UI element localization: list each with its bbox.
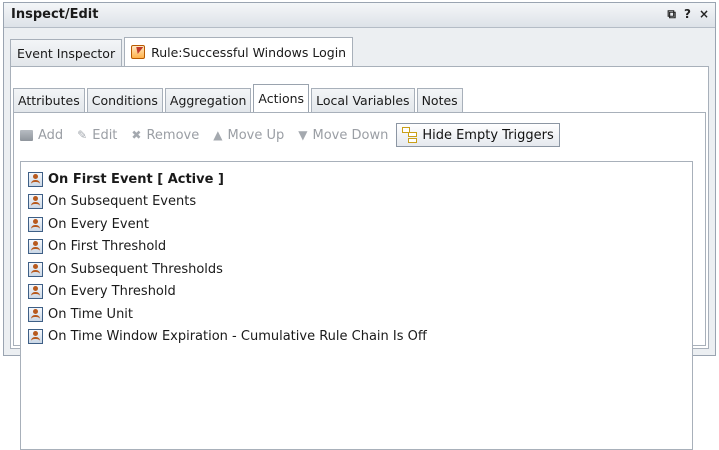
close-icon[interactable]: ×	[699, 7, 709, 22]
action-icon	[28, 216, 43, 232]
list-item[interactable]: On Time Window Expiration - Cumulative R…	[28, 326, 427, 349]
edit-button[interactable]: ✎ Edit	[77, 128, 117, 143]
hide-empty-triggers-button[interactable]: Hide Empty Triggers	[396, 123, 560, 147]
list-item[interactable]: On Time Unit	[28, 303, 427, 326]
list-item[interactable]: On First Threshold	[28, 236, 427, 259]
window-controls: ⧉ ? ×	[667, 7, 709, 22]
remove-button[interactable]: ✖ Remove	[131, 128, 199, 143]
top-tabs: Event Inspector Rule:Successful Windows …	[10, 37, 355, 66]
arrow-down-icon: ▼	[298, 128, 308, 142]
trigger-label: On Every Threshold	[48, 284, 176, 300]
tab-label: Event Inspector	[17, 45, 116, 61]
tab-rule[interactable]: Rule:Successful Windows Login	[124, 37, 354, 66]
list-item[interactable]: On Subsequent Events	[28, 191, 427, 214]
list-item[interactable]: On Subsequent Thresholds	[28, 258, 427, 281]
action-icon	[28, 306, 43, 322]
trigger-label: On Time Window Expiration - Cumulative R…	[48, 329, 427, 345]
list-item[interactable]: On Every Event	[28, 213, 427, 236]
move-down-label: Move Down	[312, 127, 389, 143]
action-icon	[28, 194, 43, 210]
tree-icon	[402, 127, 418, 143]
actions-panel: Add ✎ Edit ✖ Remove ▲ Move Up ▼ Move Dow…	[13, 112, 706, 450]
arrow-up-icon: ▲	[213, 128, 223, 142]
panel-titlebar: Inspect/Edit ⧉ ? ×	[4, 3, 715, 28]
tab-aggregation[interactable]: Aggregation	[164, 88, 252, 112]
add-button[interactable]: Add	[20, 128, 63, 143]
trigger-label: On Subsequent Events	[48, 194, 197, 210]
rule-sub-tabs: Attributes Conditions Aggregation Action…	[13, 84, 465, 112]
move-up-button[interactable]: ▲ Move Up	[213, 128, 284, 143]
tab-attributes[interactable]: Attributes	[13, 88, 85, 112]
trigger-label: On First Threshold	[48, 239, 167, 255]
rule-icon	[131, 45, 146, 59]
tab-notes[interactable]: Notes	[416, 88, 463, 112]
pencil-icon: ✎	[77, 128, 88, 142]
tab-event-inspector[interactable]: Event Inspector	[10, 39, 123, 66]
remove-label: Remove	[146, 127, 200, 143]
trigger-list: On First Event [ Active ] On Subsequent …	[20, 161, 693, 450]
action-icon	[28, 171, 43, 187]
list-item[interactable]: On Every Threshold	[28, 281, 427, 304]
trigger-label: On First Event [ Active ]	[48, 171, 224, 187]
hide-empty-triggers-label: Hide Empty Triggers	[422, 127, 554, 143]
add-icon	[20, 129, 33, 141]
edit-label: Edit	[92, 127, 118, 143]
list-item[interactable]: On First Event [ Active ]	[28, 168, 427, 191]
add-label: Add	[38, 127, 64, 143]
action-icon	[28, 284, 43, 300]
restore-window-icon[interactable]: ⧉	[667, 7, 676, 22]
action-icon	[28, 261, 43, 277]
actions-toolbar: Add ✎ Edit ✖ Remove ▲ Move Up ▼ Move Dow…	[20, 121, 574, 149]
tab-local-variables[interactable]: Local Variables	[311, 88, 415, 112]
help-icon[interactable]: ?	[684, 7, 691, 22]
inspect-edit-panel: Inspect/Edit ⧉ ? × Event Inspector Rule:…	[3, 2, 716, 450]
move-down-button[interactable]: ▼ Move Down	[298, 128, 388, 143]
action-icon	[28, 329, 43, 345]
tab-conditions[interactable]: Conditions	[86, 88, 163, 112]
trigger-label: On Time Unit	[48, 306, 134, 322]
trigger-label: On Every Event	[48, 216, 149, 232]
tab-actions[interactable]: Actions	[253, 84, 310, 112]
remove-x-icon: ✖	[131, 128, 142, 142]
action-icon	[28, 239, 43, 255]
trigger-label: On Subsequent Thresholds	[48, 261, 223, 277]
move-up-label: Move Up	[227, 127, 285, 143]
tab-label: Rule:Successful Windows Login	[151, 44, 347, 60]
panel-title: Inspect/Edit	[11, 7, 99, 22]
rule-editor: Attributes Conditions Aggregation Action…	[10, 66, 709, 450]
